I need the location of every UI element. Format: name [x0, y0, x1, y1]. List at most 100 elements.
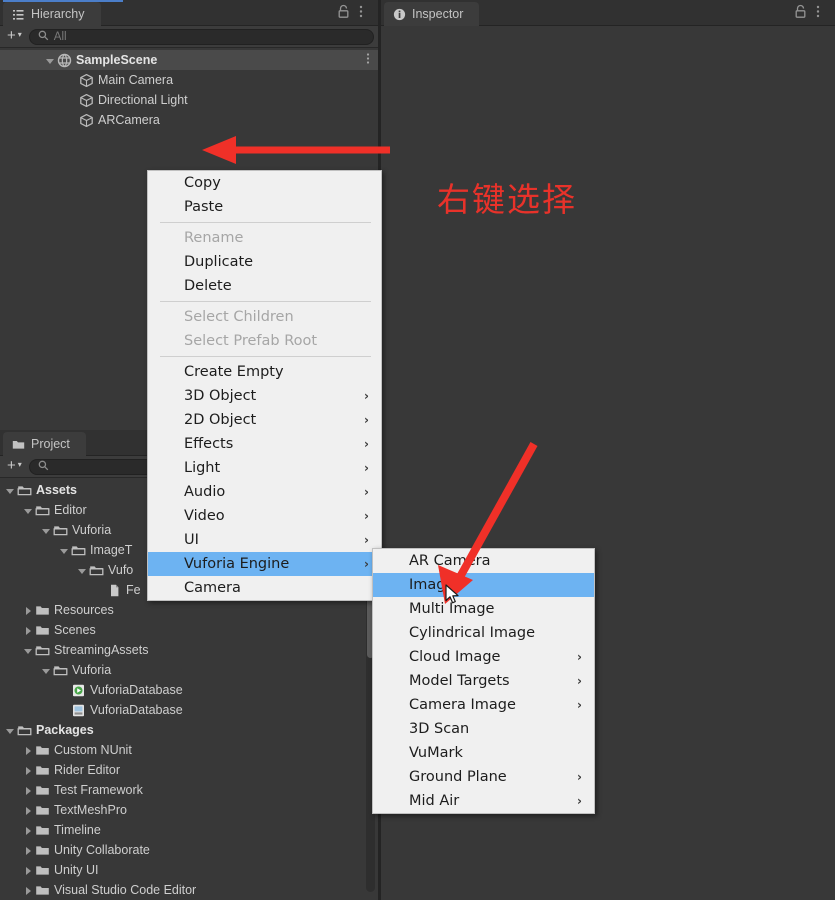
tree-row[interactable]: Directional Light	[0, 90, 378, 110]
inspector-panel-tools	[794, 4, 829, 19]
menu-item[interactable]: AR Camera	[373, 549, 594, 573]
tree-row[interactable]: Test Framework	[0, 780, 378, 800]
tree-row-label: Timeline	[54, 823, 101, 837]
menu-item[interactable]: 2D Object ›	[148, 408, 381, 432]
row-kebab-menu-icon[interactable]	[366, 52, 370, 68]
lock-icon[interactable]	[337, 4, 350, 19]
tree-row[interactable]: VuforiaDatabase	[0, 680, 378, 700]
chevron-right-icon[interactable]	[22, 744, 35, 757]
menu-item[interactable]: 3D Scan	[373, 717, 594, 741]
tree-row[interactable]: Unity Collaborate	[0, 840, 378, 860]
chevron-right-icon[interactable]	[22, 604, 35, 617]
create-gameobject-button[interactable]: + ▾	[4, 27, 25, 46]
tree-row[interactable]: StreamingAssets	[0, 640, 378, 660]
kebab-menu-icon[interactable]	[359, 4, 372, 19]
chevron-right-icon[interactable]	[22, 884, 35, 897]
menu-item[interactable]: Duplicate	[148, 250, 381, 274]
tree-row[interactable]: Unity UI	[0, 860, 378, 880]
chevron-down-icon[interactable]	[4, 484, 17, 497]
hierarchy-search-input[interactable]: All	[28, 28, 374, 45]
tree-row[interactable]: Resources	[0, 600, 378, 620]
chevron-down-icon[interactable]	[22, 644, 35, 657]
chevron-right-icon[interactable]	[22, 624, 35, 637]
menu-item[interactable]: Multi Image	[373, 597, 594, 621]
menu-item[interactable]: Create Empty	[148, 360, 381, 384]
menu-item: Select Children	[148, 305, 381, 329]
tree-row[interactable]: Rider Editor	[0, 760, 378, 780]
menu-item[interactable]: Cylindrical Image	[373, 621, 594, 645]
tab-hierarchy-label: Hierarchy	[31, 7, 85, 21]
menu-item[interactable]: Paste	[148, 195, 381, 219]
chevron-right-icon[interactable]	[22, 864, 35, 877]
menu-item-label: Copy	[184, 175, 221, 191]
menu-item[interactable]: Camera Image ›	[373, 693, 594, 717]
chevron-down-icon[interactable]	[40, 664, 53, 677]
gameobject-icon	[79, 113, 94, 128]
tree-row[interactable]: ARCamera	[0, 110, 378, 130]
chevron-right-icon[interactable]	[22, 824, 35, 837]
create-asset-button[interactable]: + ▾	[4, 457, 25, 476]
chevron-down-icon[interactable]	[58, 544, 71, 557]
tab-project[interactable]: Project	[3, 432, 86, 456]
menu-item-label: Light	[184, 460, 221, 476]
tree-row[interactable]: SampleScene	[0, 50, 378, 70]
menu-item[interactable]: Copy	[148, 171, 381, 195]
menu-item-label: UI	[184, 532, 199, 548]
lock-icon[interactable]	[794, 4, 807, 19]
menu-item[interactable]: UI ›	[148, 528, 381, 552]
hierarchy-context-menu[interactable]: Copy Paste Rename Duplicate Delete Select Chi…	[147, 170, 382, 601]
chevron-right-icon: ›	[577, 674, 582, 688]
tree-row[interactable]: Timeline	[0, 820, 378, 840]
tree-row[interactable]: Visual Studio Code Editor	[0, 880, 378, 900]
menu-item[interactable]: Effects ›	[148, 432, 381, 456]
chevron-right-icon: ›	[577, 698, 582, 712]
menu-item[interactable]: Vuforia Engine ›	[148, 552, 381, 576]
chevron-right-icon[interactable]	[22, 804, 35, 817]
tree-row[interactable]: TextMeshPro	[0, 800, 378, 820]
menu-item[interactable]: Audio ›	[148, 480, 381, 504]
menu-item[interactable]: Delete	[148, 274, 381, 298]
tree-row-label: Resources	[54, 603, 114, 617]
chevron-down-icon[interactable]	[22, 504, 35, 517]
folder-icon	[35, 763, 50, 778]
chevron-right-icon[interactable]	[22, 844, 35, 857]
xmlfile-icon	[71, 703, 86, 718]
menu-item[interactable]: Light ›	[148, 456, 381, 480]
tree-row[interactable]: Vuforia	[0, 660, 378, 680]
folder-open-icon	[89, 563, 104, 578]
inspector-tabbar: Inspector	[381, 0, 835, 26]
menu-separator	[160, 356, 371, 357]
tree-row[interactable]: Custom NUnit	[0, 740, 378, 760]
tree-row[interactable]: Packages	[0, 720, 378, 740]
hierarchy-tabbar: Hierarchy	[0, 0, 378, 26]
tree-row-label: Vuforia	[72, 523, 112, 537]
tab-hierarchy[interactable]: Hierarchy	[3, 2, 101, 26]
chevron-right-icon[interactable]	[22, 784, 35, 797]
datfile-icon	[71, 683, 86, 698]
menu-item[interactable]: Video ›	[148, 504, 381, 528]
kebab-menu-icon[interactable]	[816, 4, 829, 19]
menu-item[interactable]: Camera	[148, 576, 381, 600]
menu-item[interactable]: Mid Air ›	[373, 789, 594, 813]
menu-item[interactable]: Model Targets ›	[373, 669, 594, 693]
chevron-right-icon[interactable]	[22, 764, 35, 777]
tree-row[interactable]: Scenes	[0, 620, 378, 640]
menu-item[interactable]: VuMark	[373, 741, 594, 765]
menu-item-label: Cylindrical Image	[409, 625, 536, 641]
tree-row-label: Visual Studio Code Editor	[54, 883, 197, 897]
folder-icon	[35, 603, 50, 618]
menu-item[interactable]: 3D Object ›	[148, 384, 381, 408]
vuforia-engine-submenu[interactable]: AR Camera Image Multi Image Cylindrical Ima…	[372, 548, 595, 814]
tree-row[interactable]: Main Camera	[0, 70, 378, 90]
menu-item[interactable]: Cloud Image ›	[373, 645, 594, 669]
chevron-down-icon[interactable]	[44, 54, 57, 67]
tree-row[interactable]: VuforiaDatabase	[0, 700, 378, 720]
chevron-down-icon[interactable]	[40, 524, 53, 537]
chevron-down-icon[interactable]	[76, 564, 89, 577]
tree-row-label: Custom NUnit	[54, 743, 132, 757]
create-plus-label: +	[7, 27, 16, 44]
menu-item[interactable]: Ground Plane ›	[373, 765, 594, 789]
menu-item[interactable]: Image	[373, 573, 594, 597]
tab-inspector[interactable]: Inspector	[384, 2, 480, 26]
chevron-down-icon[interactable]	[4, 724, 17, 737]
